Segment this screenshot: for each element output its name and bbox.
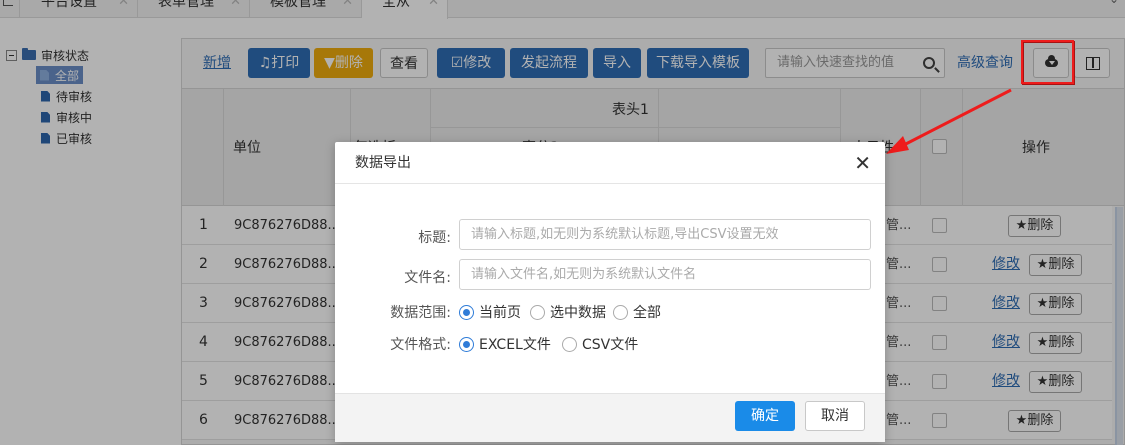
- filename-input[interactable]: 请输入文件名,如无则为系统默认文件名: [459, 259, 871, 290]
- radio-selected-icon: [459, 336, 474, 352]
- radio-selected-icon: [459, 304, 474, 320]
- annotation-highlight-box: [1021, 40, 1074, 84]
- format-option-excel[interactable]: EXCEL文件: [459, 334, 551, 354]
- range-option-current-page[interactable]: 当前页: [459, 302, 521, 322]
- format-option-csv[interactable]: CSV文件: [562, 334, 638, 354]
- dialog-footer: 确定 取消: [335, 393, 885, 442]
- cancel-button[interactable]: 取消: [805, 401, 865, 431]
- radio-label: 全部: [633, 305, 661, 321]
- format-label: 文件格式:: [390, 337, 451, 353]
- dialog-title: 数据导出: [355, 155, 411, 171]
- radio-label: CSV文件: [582, 337, 639, 353]
- radio-label: 当前页: [479, 305, 521, 321]
- close-icon[interactable]: ✕: [854, 142, 871, 184]
- filename-label: 文件名:: [404, 270, 451, 286]
- radio-icon: [613, 304, 628, 320]
- radio-icon: [562, 336, 577, 352]
- range-option-selected[interactable]: 选中数据: [530, 302, 606, 322]
- title-label: 标题:: [418, 230, 451, 246]
- confirm-button[interactable]: 确定: [735, 401, 795, 431]
- range-option-all[interactable]: 全部: [613, 302, 661, 322]
- title-placeholder: 请输入标题,如无则为系统默认标题,导出CSV设置无效: [471, 227, 779, 242]
- dialog-header: 数据导出 ✕: [335, 142, 885, 184]
- filename-placeholder: 请输入文件名,如无则为系统默认文件名: [471, 267, 697, 282]
- radio-label: 选中数据: [550, 305, 606, 321]
- export-dialog: 数据导出 ✕ 标题: 请输入标题,如无则为系统默认标题,导出CSV设置无效 文件…: [335, 142, 885, 442]
- radio-label: EXCEL文件: [479, 337, 551, 353]
- title-input[interactable]: 请输入标题,如无则为系统默认标题,导出CSV设置无效: [459, 219, 871, 250]
- radio-icon: [530, 304, 545, 320]
- range-label: 数据范围:: [390, 305, 451, 321]
